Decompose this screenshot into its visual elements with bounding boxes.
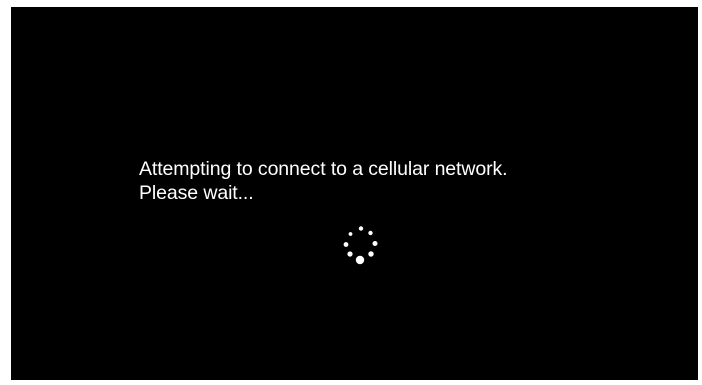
- loading-spinner-svg: [343, 226, 378, 265]
- status-line-1: Attempting to connect to a cellular netw…: [139, 158, 508, 180]
- spinner-dot: [355, 255, 365, 265]
- spinner-dot: [343, 242, 349, 247]
- spinner-dot: [358, 226, 364, 231]
- status-line-2: Please wait...: [139, 182, 254, 204]
- loading-spinner-icon: [339, 223, 385, 269]
- spinner-dot: [372, 241, 378, 246]
- status-message: Attempting to connect to a cellular netw…: [139, 157, 659, 205]
- spinner-dot: [347, 251, 353, 257]
- connection-screen: Attempting to connect to a cellular netw…: [11, 7, 698, 380]
- spinner-dot: [348, 232, 353, 236]
- spinner-dot: [368, 251, 374, 257]
- window-frame: Attempting to connect to a cellular netw…: [0, 0, 702, 385]
- spinner-dot: [368, 230, 373, 236]
